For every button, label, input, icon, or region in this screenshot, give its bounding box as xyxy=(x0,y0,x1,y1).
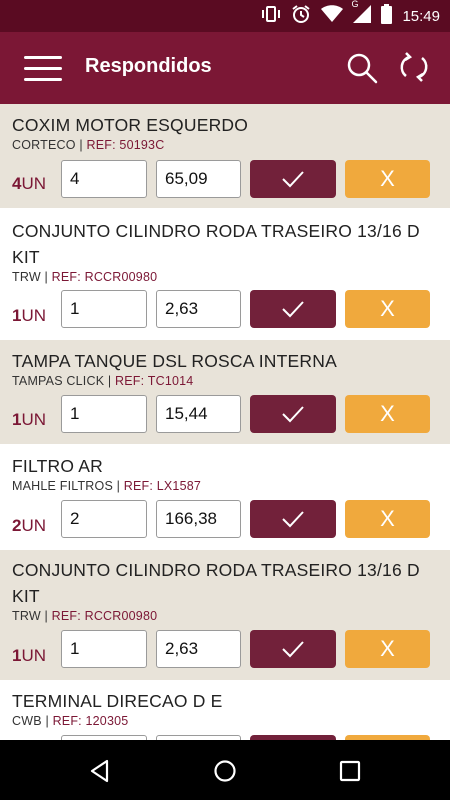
check-icon xyxy=(282,511,304,528)
quantity-unit: UN xyxy=(21,174,47,193)
reject-button[interactable]: X xyxy=(345,395,430,433)
item-separator: | xyxy=(75,138,87,152)
item-subtitle: TRW | REF: RCCR00980 xyxy=(12,608,157,624)
list-item: CONJUNTO CILINDRO RODA TRASEIRO 13/16 D … xyxy=(0,210,450,340)
item-quantity: 1UN xyxy=(12,646,46,666)
list-item: COXIM MOTOR ESQUERDO CORTECO | REF: 5019… xyxy=(0,104,450,208)
item-ref: REF: 120305 xyxy=(52,714,129,728)
list-item: TERMINAL DIRECAO D E CWB | REF: 120305 X xyxy=(0,680,450,740)
item-ref: REF: TC1014 xyxy=(115,374,194,388)
app-bar: Respondidos xyxy=(0,32,450,104)
item-title: TAMPA TANQUE DSL ROSCA INTERNA xyxy=(12,351,337,371)
accept-button[interactable] xyxy=(250,630,336,668)
battery-icon xyxy=(381,3,393,29)
price-field[interactable]: 166,38 xyxy=(156,500,241,538)
item-title: TERMINAL DIRECAO D E xyxy=(12,691,223,711)
quantity-field[interactable]: 2 xyxy=(61,500,147,538)
reject-button[interactable]: X xyxy=(345,160,430,198)
item-subtitle: TRW | REF: RCCR00980 xyxy=(12,269,157,285)
responses-list[interactable]: COXIM MOTOR ESQUERDO CORTECO | REF: 5019… xyxy=(0,104,450,740)
price-field[interactable]: 15,44 xyxy=(156,395,241,433)
wifi-icon xyxy=(321,4,344,28)
quantity-field[interactable]: 1 xyxy=(61,290,147,328)
signal-icon: G xyxy=(351,0,372,28)
item-brand: TRW xyxy=(12,270,41,284)
back-icon[interactable] xyxy=(87,758,113,784)
alarm-icon xyxy=(291,4,311,29)
quantity-unit: UN xyxy=(21,646,47,665)
search-icon[interactable] xyxy=(344,50,380,86)
reject-button[interactable]: X xyxy=(345,630,430,668)
menu-icon[interactable] xyxy=(24,54,64,82)
item-brand: CWB xyxy=(12,714,42,728)
item-title: CONJUNTO CILINDRO RODA TRASEIRO 13/16 D … xyxy=(12,221,420,267)
status-time: 15:49 xyxy=(402,7,440,25)
item-title: COXIM MOTOR ESQUERDO xyxy=(12,115,249,135)
item-separator: | xyxy=(40,270,52,284)
item-separator: | xyxy=(40,609,52,623)
quantity-unit: UN xyxy=(21,410,47,429)
item-quantity: 4UN xyxy=(12,174,46,194)
item-ref: REF: RCCR00980 xyxy=(51,270,158,284)
item-ref: REF: RCCR00980 xyxy=(51,609,158,623)
check-icon xyxy=(282,406,304,423)
navigation-bar xyxy=(0,740,450,800)
reject-button[interactable]: X xyxy=(345,500,430,538)
item-brand: TAMPAS CLICK xyxy=(12,374,105,388)
recents-icon[interactable] xyxy=(337,758,363,784)
item-subtitle: MAHLE FILTROS | REF: LX1587 xyxy=(12,478,201,494)
page-title: Respondidos xyxy=(85,55,212,77)
price-field[interactable]: 65,09 xyxy=(156,160,241,198)
reject-button[interactable]: X xyxy=(345,290,430,328)
item-separator: | xyxy=(104,374,116,388)
check-icon xyxy=(282,171,304,188)
check-icon xyxy=(282,301,304,318)
item-title: CONJUNTO CILINDRO RODA TRASEIRO 13/16 D … xyxy=(12,560,420,606)
item-quantity: 1UN xyxy=(12,306,46,326)
vibrate-icon xyxy=(261,5,281,28)
list-item: FILTRO AR MAHLE FILTROS | REF: LX1587 2U… xyxy=(0,446,450,550)
quantity-unit: UN xyxy=(21,516,47,535)
item-quantity: 2UN xyxy=(12,516,46,536)
accept-button[interactable] xyxy=(250,395,336,433)
item-ref: REF: LX1587 xyxy=(123,479,202,493)
item-brand: MAHLE FILTROS xyxy=(12,479,113,493)
network-letter: G xyxy=(351,0,359,9)
item-title: FILTRO AR xyxy=(12,456,103,476)
item-separator: | xyxy=(113,479,124,493)
item-brand: CORTECO xyxy=(12,138,76,152)
home-icon[interactable] xyxy=(212,758,238,784)
accept-button[interactable] xyxy=(250,160,336,198)
status-bar: G 15:49 xyxy=(0,0,450,32)
refresh-icon[interactable] xyxy=(396,49,432,85)
quantity-unit: UN xyxy=(21,306,47,325)
list-item: CONJUNTO CILINDRO RODA TRASEIRO 13/16 D … xyxy=(0,550,450,680)
price-field[interactable]: 2,63 xyxy=(156,630,241,668)
item-separator: | xyxy=(41,714,53,728)
quantity-field[interactable]: 1 xyxy=(61,395,147,433)
quantity-field[interactable]: 1 xyxy=(61,630,147,668)
item-quantity: 1UN xyxy=(12,410,46,430)
accept-button[interactable] xyxy=(250,500,336,538)
price-field[interactable]: 2,63 xyxy=(156,290,241,328)
item-subtitle: CORTECO | REF: 50193C xyxy=(12,137,164,153)
list-item: TAMPA TANQUE DSL ROSCA INTERNA TAMPAS CL… xyxy=(0,340,450,444)
accept-button[interactable] xyxy=(250,290,336,328)
item-brand: TRW xyxy=(12,609,41,623)
quantity-field[interactable]: 4 xyxy=(61,160,147,198)
status-icons: G 15:49 xyxy=(261,0,440,29)
item-ref: REF: 50193C xyxy=(86,138,165,152)
item-subtitle: TAMPAS CLICK | REF: TC1014 xyxy=(12,373,193,389)
check-icon xyxy=(282,641,304,658)
item-subtitle: CWB | REF: 120305 xyxy=(12,713,128,729)
